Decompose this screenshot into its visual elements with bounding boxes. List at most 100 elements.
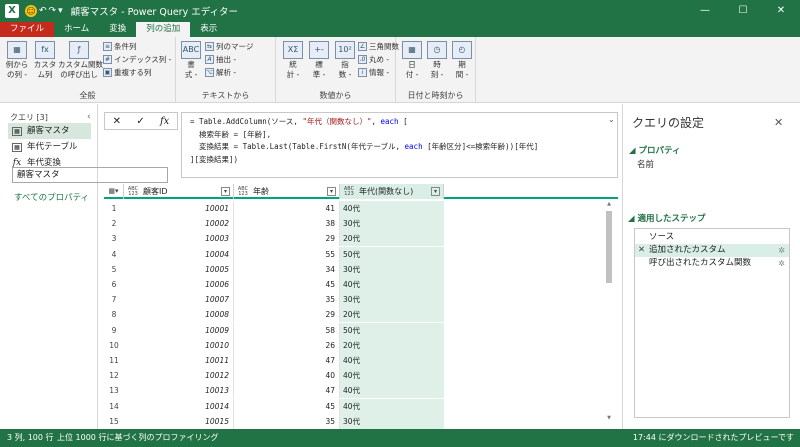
expand-formula-icon[interactable]: ⌄ bbox=[608, 115, 615, 124]
cell-age[interactable]: 26 bbox=[234, 337, 340, 353]
type-any-icon[interactable]: ABC 123 bbox=[237, 186, 249, 197]
step-added-custom[interactable]: ✕ 追加されたカスタム ✲ bbox=[635, 244, 789, 257]
table-row[interactable]: 11 10011 47 40代 bbox=[104, 353, 444, 368]
scientific-button[interactable]: 10² 指 数 - bbox=[332, 41, 358, 80]
tab-file[interactable]: ファイル bbox=[0, 22, 55, 37]
cell-decade[interactable]: 50代 bbox=[340, 322, 444, 338]
tab-add-column[interactable]: 列の追加 bbox=[136, 22, 191, 37]
redo-icon[interactable]: ↷ bbox=[49, 4, 57, 18]
cell-age[interactable]: 35 bbox=[234, 292, 340, 308]
cell-decade[interactable]: 20代 bbox=[340, 307, 444, 323]
filter-dropdown-icon[interactable]: ▾ bbox=[431, 187, 440, 196]
properties-header[interactable]: ◢ プロパティ bbox=[629, 144, 681, 156]
invoke-custom-function-button[interactable]: ƒ カスタム関数 の呼び出し bbox=[58, 41, 103, 80]
cell-customer-id[interactable]: 10013 bbox=[124, 383, 234, 399]
parse-button[interactable]: ⌥ 解析 - bbox=[205, 67, 253, 78]
cell-decade[interactable]: 20代 bbox=[340, 337, 444, 353]
customize-qa-icon[interactable]: ▾ bbox=[58, 4, 63, 18]
table-row[interactable]: 4 10004 55 50代 bbox=[104, 246, 444, 262]
close-icon[interactable]: ✕ bbox=[762, 0, 800, 22]
filter-dropdown-icon[interactable]: ▾ bbox=[327, 187, 336, 196]
formula-editor[interactable]: = Table.AddColumn(ソース, "年代（関数なし）", each … bbox=[181, 112, 618, 178]
statistics-button[interactable]: XΣ 統 計 - bbox=[280, 41, 306, 80]
cell-decade[interactable]: 30代 bbox=[340, 216, 444, 232]
index-column-button[interactable]: # インデックス列 - bbox=[103, 54, 171, 65]
cell-customer-id[interactable]: 10008 bbox=[124, 307, 234, 323]
table-row[interactable]: 10 10010 26 20代 bbox=[104, 337, 444, 353]
cell-customer-id[interactable]: 10009 bbox=[124, 322, 234, 338]
column-header-decade[interactable]: ABC 123 年代(関数なし) ▾ bbox=[340, 184, 444, 199]
cell-age[interactable]: 47 bbox=[234, 383, 340, 399]
query-name-field[interactable]: 顧客マスタ bbox=[12, 167, 168, 183]
conditional-column-button[interactable]: ≡ 条件列 bbox=[103, 41, 171, 52]
column-from-examples-button[interactable]: ▦ 例から の列 - bbox=[4, 41, 30, 80]
cell-customer-id[interactable]: 10002 bbox=[124, 216, 234, 232]
cell-age[interactable]: 40 bbox=[234, 368, 340, 384]
close-settings-icon[interactable]: ✕ bbox=[774, 116, 783, 129]
cell-age[interactable]: 58 bbox=[234, 322, 340, 338]
date-button[interactable]: ▦ 日 付 - bbox=[399, 41, 425, 80]
cell-decade[interactable]: 30代 bbox=[340, 413, 444, 429]
delete-step-icon[interactable]: ✕ bbox=[638, 244, 645, 257]
cell-customer-id[interactable]: 10012 bbox=[124, 368, 234, 384]
cell-age[interactable]: 35 bbox=[234, 413, 340, 429]
format-button[interactable]: ABC 書 式 - bbox=[178, 41, 204, 80]
commit-icon[interactable]: ✓ bbox=[136, 116, 144, 127]
cell-age[interactable]: 34 bbox=[234, 261, 340, 277]
cell-customer-id[interactable]: 10006 bbox=[124, 277, 234, 292]
cell-decade[interactable]: 30代 bbox=[340, 261, 444, 277]
standard-button[interactable]: +- 標 準 - bbox=[306, 41, 332, 80]
query-item-age-table[interactable]: ▦ 年代テーブル bbox=[8, 139, 91, 155]
cell-age[interactable]: 45 bbox=[234, 398, 340, 414]
table-row[interactable]: 5 10005 34 30代 bbox=[104, 261, 444, 277]
merge-columns-button[interactable]: ⇆ 列のマージ bbox=[205, 41, 253, 52]
maximize-icon[interactable]: ☐ bbox=[724, 0, 762, 22]
cell-customer-id[interactable]: 10001 bbox=[124, 201, 234, 216]
fx-icon[interactable]: fx bbox=[160, 116, 169, 127]
vertical-scrollbar[interactable]: ▲ ▼ bbox=[604, 199, 614, 421]
table-row[interactable]: 3 10003 29 20代 bbox=[104, 231, 444, 247]
cell-age[interactable]: 29 bbox=[234, 231, 340, 247]
applied-steps-header[interactable]: ◢ 適用したステップ bbox=[628, 212, 706, 224]
cell-customer-id[interactable]: 10015 bbox=[124, 413, 234, 429]
query-item-customer-master[interactable]: ▦ 顧客マスタ bbox=[8, 123, 91, 139]
gear-icon[interactable]: ✲ bbox=[778, 244, 785, 257]
table-row[interactable]: 14 10014 45 40代 bbox=[104, 398, 444, 414]
cell-customer-id[interactable]: 10011 bbox=[124, 353, 234, 368]
duplicate-column-button[interactable]: ▣ 重複する列 bbox=[103, 67, 171, 78]
table-row[interactable]: 7 10007 35 30代 bbox=[104, 292, 444, 308]
cell-customer-id[interactable]: 10010 bbox=[124, 337, 234, 353]
column-header-age[interactable]: ABC 123 年齢 ▾ bbox=[234, 184, 340, 199]
cell-customer-id[interactable]: 10014 bbox=[124, 398, 234, 414]
gear-icon[interactable]: ✲ bbox=[778, 257, 785, 270]
cell-age[interactable]: 45 bbox=[234, 277, 340, 292]
duration-button[interactable]: ◴ 期 間 - bbox=[449, 41, 475, 80]
step-source[interactable]: ソース bbox=[635, 231, 789, 244]
type-any-icon[interactable]: ABC 123 bbox=[343, 186, 355, 197]
tab-transform[interactable]: 変換 bbox=[99, 22, 136, 37]
tab-view[interactable]: 表示 bbox=[190, 22, 227, 37]
cell-decade[interactable]: 40代 bbox=[340, 383, 444, 399]
cell-age[interactable]: 29 bbox=[234, 307, 340, 323]
all-properties-link[interactable]: すべてのプロパティ bbox=[14, 191, 89, 203]
type-any-icon[interactable]: ABC 123 bbox=[127, 186, 139, 197]
table-row[interactable]: 15 10015 35 30代 bbox=[104, 413, 444, 429]
tab-home[interactable]: ホーム bbox=[54, 22, 99, 37]
scroll-up-icon[interactable]: ▲ bbox=[604, 201, 614, 207]
table-row[interactable]: 6 10006 45 40代 bbox=[104, 277, 444, 292]
table-row[interactable]: 8 10008 29 20代 bbox=[104, 307, 444, 323]
table-row[interactable]: 2 10002 38 30代 bbox=[104, 216, 444, 232]
cell-decade[interactable]: 40代 bbox=[340, 277, 444, 292]
table-row[interactable]: 9 10009 58 50代 bbox=[104, 322, 444, 338]
undo-icon[interactable]: ↶ bbox=[39, 4, 47, 18]
cell-age[interactable]: 38 bbox=[234, 216, 340, 232]
cell-customer-id[interactable]: 10005 bbox=[124, 261, 234, 277]
cell-decade[interactable]: 30代 bbox=[340, 292, 444, 308]
profiling-status[interactable]: 上位 1000 行に基づく列のプロファイリング bbox=[57, 429, 218, 447]
filter-dropdown-icon[interactable]: ▾ bbox=[221, 187, 230, 196]
extract-button[interactable]: A 抽出 - bbox=[205, 54, 253, 65]
custom-column-button[interactable]: fx カスタ ム列 bbox=[32, 41, 58, 80]
cell-age[interactable]: 47 bbox=[234, 353, 340, 368]
step-invoked-custom-function[interactable]: 呼び出されたカスタム関数 ✲ bbox=[635, 257, 789, 270]
scroll-thumb[interactable] bbox=[606, 211, 612, 283]
